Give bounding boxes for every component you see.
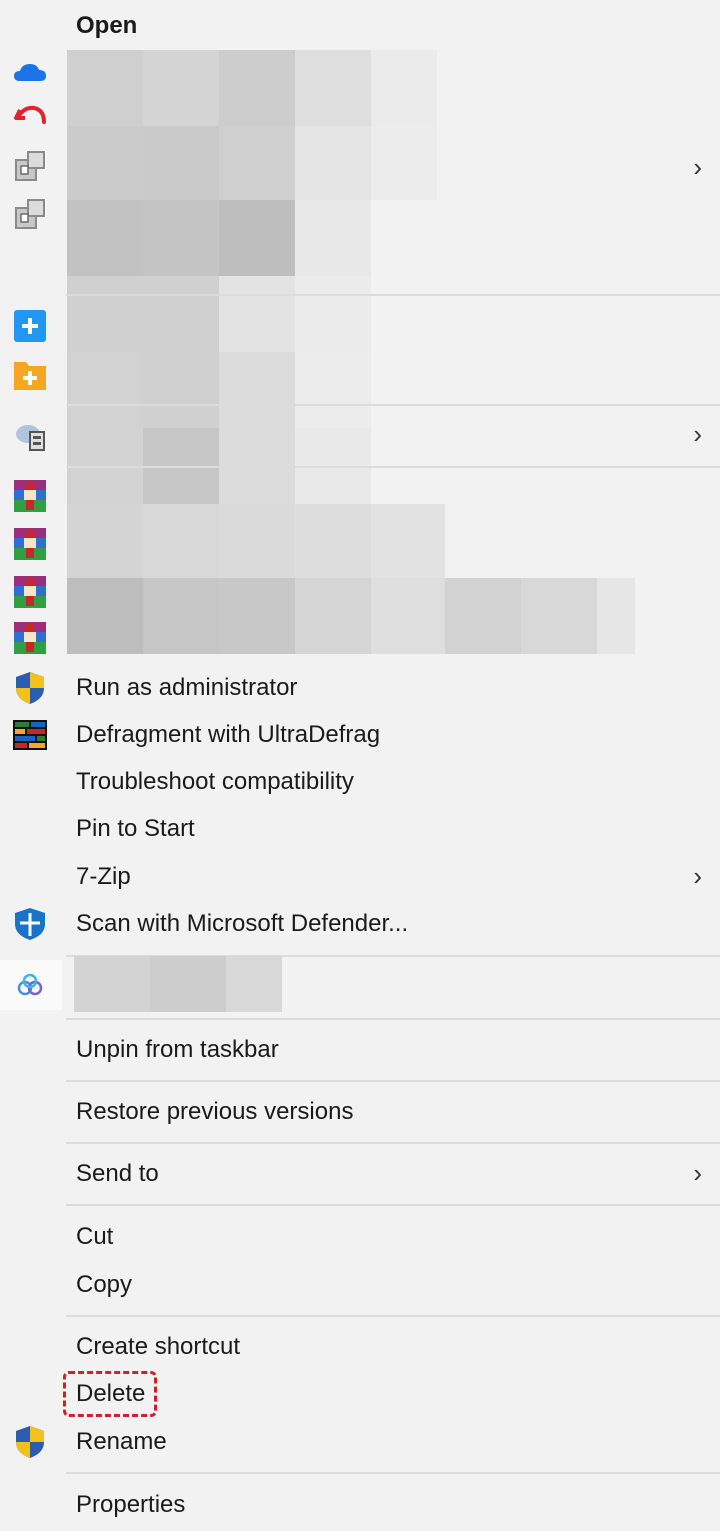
cloud-app-icon	[17, 973, 43, 996]
device-icon	[15, 151, 45, 181]
menu-item-7zip[interactable]: 7-Zip ›	[0, 853, 720, 900]
menu-label: Properties	[76, 1491, 186, 1518]
menu-label: Unpin from taskbar	[76, 1036, 279, 1063]
winrar-icon	[14, 480, 46, 512]
defender-shield-icon	[15, 908, 45, 940]
menu-item-properties[interactable]: Properties	[0, 1481, 720, 1528]
menu-item-copy[interactable]: Copy	[0, 1261, 720, 1308]
menu-separator	[66, 1018, 720, 1020]
menu-item-pin-to-start[interactable]: Pin to Start	[0, 805, 720, 852]
menu-item-scan-defender[interactable]: Scan with Microsoft Defender...	[0, 900, 720, 947]
menu-label-open: Open	[76, 12, 138, 39]
menu-label: Pin to Start	[76, 815, 195, 842]
menu-separator	[66, 294, 720, 296]
menu-label: Defragment with UltraDefrag	[76, 721, 381, 748]
menu-item-redacted[interactable]	[0, 956, 720, 1012]
menu-item-rename[interactable]: Rename	[0, 1418, 720, 1465]
uac-shield-icon	[16, 1426, 44, 1458]
menu-item-run-as-administrator[interactable]: Run as administrator	[0, 664, 720, 711]
menu-separator	[66, 1142, 720, 1144]
menu-label: Create shortcut	[76, 1333, 241, 1360]
menu-label: Cut	[76, 1223, 114, 1250]
submenu-chevron-icon: ›	[693, 861, 702, 891]
network-device-icon	[16, 425, 45, 451]
menu-separator	[66, 466, 720, 468]
folder-plus-icon	[14, 362, 46, 390]
menu-label: Copy	[76, 1271, 133, 1298]
device-icon	[15, 199, 45, 229]
menu-item-defragment[interactable]: Defragment with UltraDefrag	[0, 711, 720, 758]
plus-square-icon	[14, 310, 46, 342]
submenu-chevron-icon: ›	[693, 1158, 702, 1188]
winrar-icon	[14, 576, 46, 608]
onedrive-cloud-icon	[14, 64, 46, 81]
menu-separator	[66, 1472, 720, 1474]
menu-label: Run as administrator	[76, 674, 298, 701]
submenu-chevron-icon: ›	[693, 419, 702, 449]
menu-separator	[66, 404, 720, 406]
menu-item-cut[interactable]: Cut	[0, 1213, 720, 1260]
menu-separator	[66, 1080, 720, 1082]
menu-item-open[interactable]: Open	[0, 2, 720, 49]
submenu-chevron-icon: ›	[693, 152, 702, 182]
menu-item-unpin-taskbar[interactable]: Unpin from taskbar	[0, 1026, 720, 1073]
uac-shield-icon	[16, 672, 44, 704]
menu-label: Send to	[76, 1160, 159, 1187]
menu-label: Rename	[76, 1428, 167, 1455]
menu-item-restore-previous-versions[interactable]: Restore previous versions	[0, 1088, 720, 1135]
menu-label: Troubleshoot compatibility	[76, 768, 354, 795]
delete-highlight-box	[63, 1371, 157, 1417]
undo-arrow-icon	[14, 105, 46, 124]
menu-label: 7-Zip	[76, 863, 131, 890]
menu-item-send-to[interactable]: Send to ›	[0, 1150, 720, 1197]
menu-item-troubleshoot-compatibility[interactable]: Troubleshoot compatibility	[0, 758, 720, 805]
menu-separator	[66, 1204, 720, 1206]
menu-label: Scan with Microsoft Defender...	[76, 910, 409, 937]
winrar-icon	[14, 622, 46, 654]
menu-label: Restore previous versions	[76, 1098, 354, 1125]
ultradefrag-icon	[13, 720, 47, 750]
menu-item-create-shortcut[interactable]: Create shortcut	[0, 1323, 720, 1370]
winrar-icon	[14, 528, 46, 560]
context-menu: Open › › Run as administrator Defragment…	[0, 0, 720, 1531]
menu-separator	[66, 1315, 720, 1317]
